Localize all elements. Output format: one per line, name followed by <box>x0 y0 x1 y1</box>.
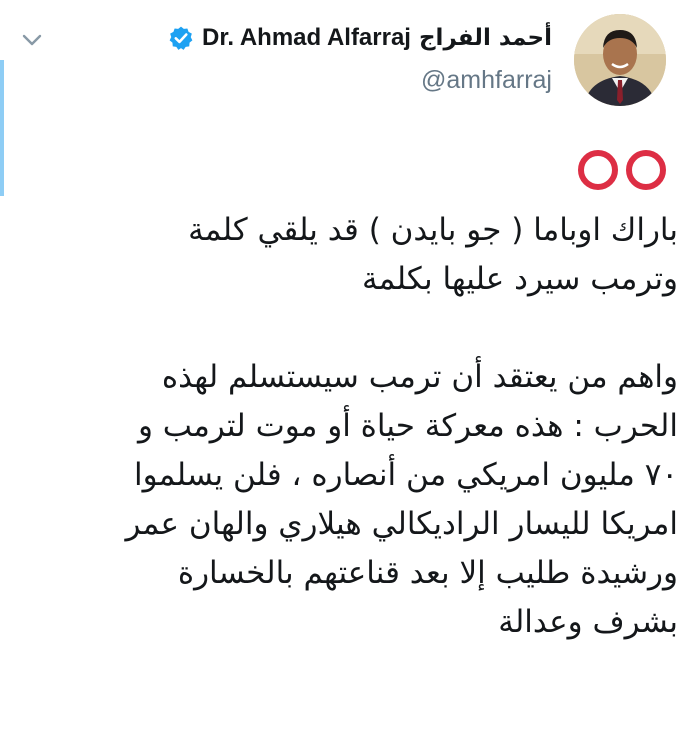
tweet-header: أحمد الفراج Dr. Ahmad Alfarraj @amhfarra… <box>168 24 552 95</box>
author-name-english[interactable]: Dr. Ahmad Alfarraj <box>202 24 411 52</box>
tweet-line: بشرف وعدالة <box>498 604 678 640</box>
paragraph-break <box>28 304 678 353</box>
author-handle[interactable]: @amhfarraj <box>168 66 552 95</box>
tweet-text: باراك اوباما ( جو بايدن ) قد يلقي كلمة و… <box>28 206 678 647</box>
avatar-image <box>574 14 666 106</box>
thread-indicator-bar <box>0 60 4 196</box>
hollow-red-circle-icon <box>626 150 666 190</box>
emoji-row <box>578 150 666 190</box>
avatar[interactable] <box>574 14 666 106</box>
tweet-line: امريكا لليسار الراديكالي هيلاري والهان ع… <box>125 506 678 542</box>
tweet-line: ٧٠ مليون امريكي من أنصاره ، فلن يسلموا <box>134 457 678 493</box>
tweet-line: الحرب : هذه معركة حياة أو موت لترمب و <box>137 408 678 444</box>
tweet-line: واهم من يعتقد أن ترمب سيستسلم لهذه <box>161 359 678 395</box>
tweet-line: وترمب سيرد عليها بكلمة <box>362 261 678 297</box>
chevron-down-icon[interactable] <box>20 30 44 50</box>
verified-badge-icon <box>169 26 193 50</box>
tweet-line: ورشيدة طليب إلا بعد قناعتهم بالخسارة <box>177 555 678 591</box>
author-name-row[interactable]: أحمد الفراج Dr. Ahmad Alfarraj <box>168 24 552 52</box>
tweet-line: باراك اوباما ( جو بايدن ) قد يلقي كلمة <box>188 212 678 248</box>
author-name-arabic[interactable]: أحمد الفراج <box>419 25 552 51</box>
hollow-red-circle-icon <box>578 150 618 190</box>
